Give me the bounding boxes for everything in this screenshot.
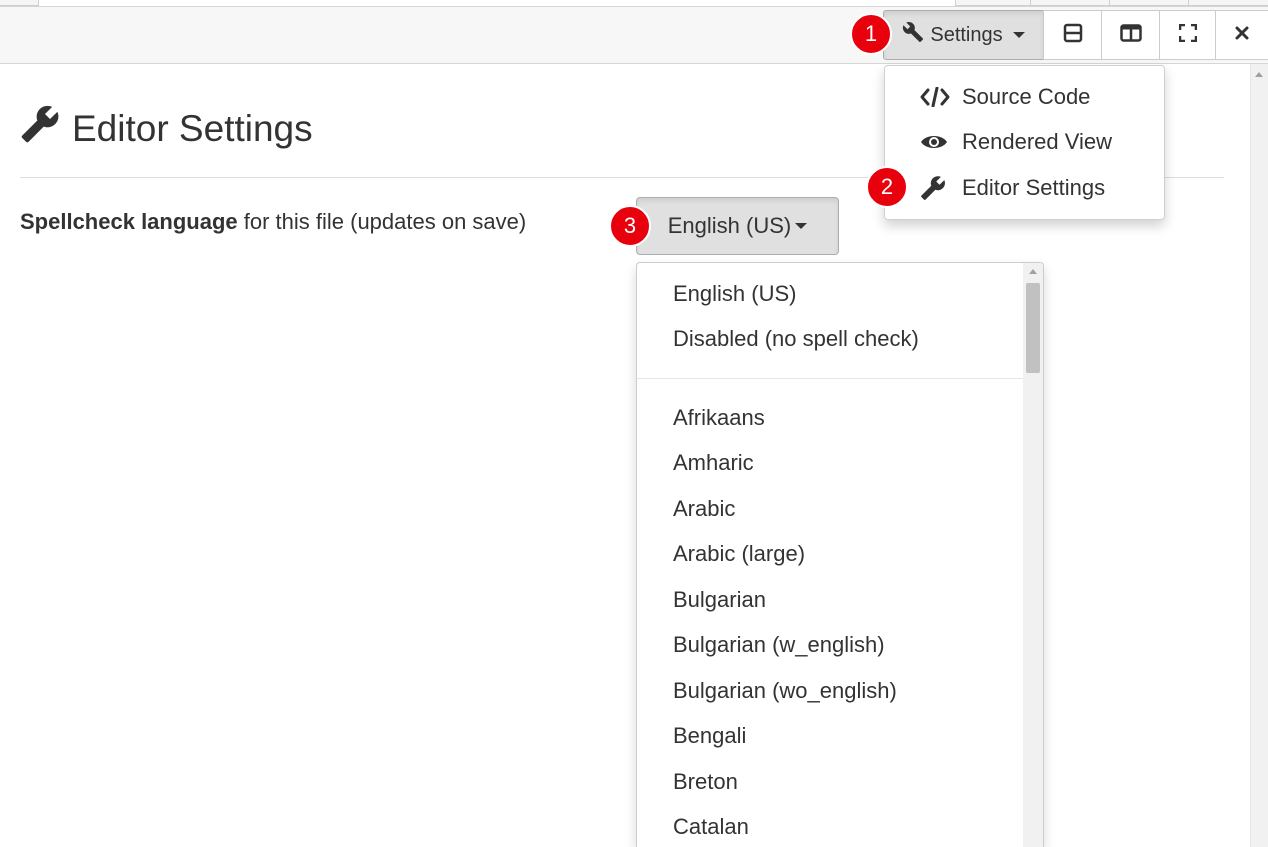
language-option[interactable]: Bulgarian (w_english)	[673, 632, 885, 658]
menu-item-source-code[interactable]: Source Code	[885, 75, 1164, 119]
menu-item-label: Source Code	[962, 84, 1091, 109]
language-option[interactable]: Arabic (large)	[673, 541, 805, 567]
spellcheck-label: Spellcheck language for this file (updat…	[20, 209, 526, 235]
language-option[interactable]: Bengali	[673, 723, 746, 749]
fullscreen-icon	[1178, 23, 1197, 47]
settings-label: Settings	[930, 23, 1003, 46]
chevron-down-icon	[795, 223, 808, 229]
fullscreen-button[interactable]	[1159, 10, 1216, 60]
language-option[interactable]: Bulgarian (wo_english)	[673, 678, 897, 704]
step-badge-1: 1	[850, 13, 892, 55]
language-option[interactable]: Breton	[673, 769, 738, 795]
scroll-up-arrow-icon[interactable]	[1029, 269, 1037, 274]
eye-icon	[920, 133, 950, 151]
chevron-down-icon	[1012, 32, 1025, 38]
split-horizontal-button[interactable]	[1043, 10, 1102, 60]
scroll-up-arrow-icon[interactable]	[1255, 72, 1263, 77]
list-divider	[637, 378, 1024, 379]
language-option[interactable]: Disabled (no spell check)	[673, 326, 919, 352]
wrench-icon	[920, 175, 950, 201]
menu-item-editor-settings[interactable]: Editor Settings	[885, 166, 1164, 210]
spellcheck-language-dropdown[interactable]: English (US)	[636, 197, 839, 255]
split-horizontal-icon	[1063, 23, 1083, 48]
wrench-icon	[902, 21, 924, 49]
language-option[interactable]: Amharic	[673, 450, 754, 476]
split-vertical-icon	[1119, 23, 1142, 47]
settings-menu: Source Code Rendered View Editor Setting…	[884, 65, 1165, 220]
settings-dropdown-button[interactable]: Settings	[883, 10, 1044, 60]
page-title-text: Editor Settings	[72, 107, 313, 149]
main-scrollbar[interactable]	[1250, 64, 1268, 847]
split-vertical-button[interactable]	[1101, 10, 1160, 60]
language-option[interactable]: Bulgarian	[673, 587, 766, 613]
close-icon	[1234, 25, 1250, 46]
scrollbar-thumb[interactable]	[1026, 283, 1040, 373]
step-badge-3: 3	[609, 205, 651, 247]
step-badge-2: 2	[866, 166, 908, 208]
selected-language: English (US)	[667, 213, 792, 238]
wrench-icon	[20, 104, 60, 153]
close-button[interactable]	[1215, 10, 1268, 60]
spellcheck-label-bold: Spellcheck language	[20, 209, 238, 234]
menu-item-label: Editor Settings	[962, 175, 1106, 200]
editor-toolbar: Settings	[0, 6, 1268, 64]
language-option[interactable]: English (US)	[673, 281, 796, 307]
language-option[interactable]: Catalan	[673, 814, 749, 840]
page-title: Editor Settings	[20, 104, 313, 153]
language-list-scrollbar[interactable]	[1023, 263, 1043, 847]
code-icon	[920, 87, 950, 107]
menu-item-rendered-view[interactable]: Rendered View	[885, 120, 1164, 164]
menu-item-label: Rendered View	[962, 129, 1113, 154]
language-option[interactable]: Afrikaans	[673, 405, 765, 431]
spellcheck-label-rest: for this file (updates on save)	[237, 209, 527, 234]
language-option[interactable]: Arabic	[673, 496, 735, 522]
language-list: English (US) Disabled (no spell check) A…	[636, 262, 1044, 847]
